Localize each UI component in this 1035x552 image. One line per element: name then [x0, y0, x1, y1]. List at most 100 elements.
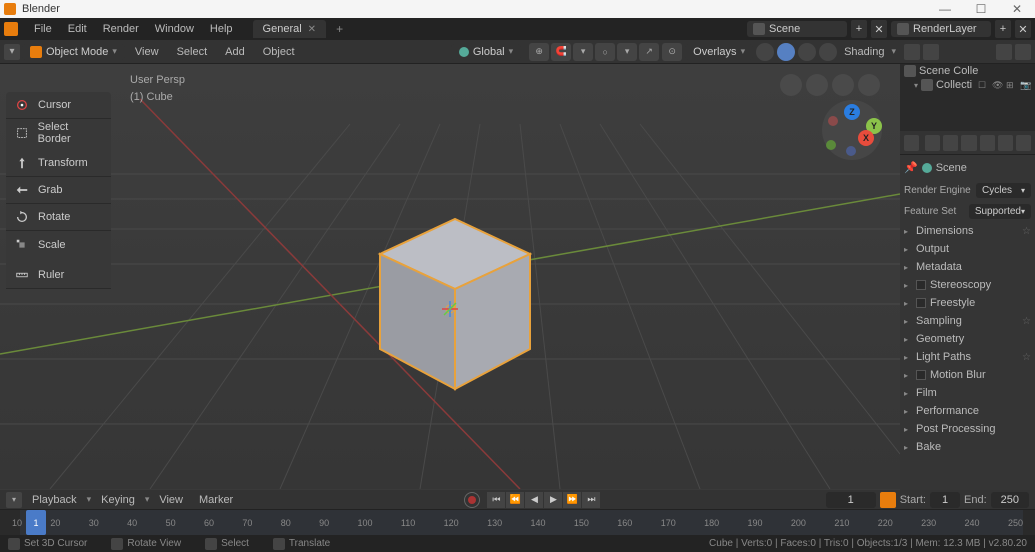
prop-btn-2[interactable] [943, 135, 958, 151]
menu-edit[interactable]: Edit [60, 23, 95, 35]
viewport-menu-object[interactable]: Object [255, 46, 303, 58]
select-toggle[interactable]: ⊞ [1006, 80, 1017, 91]
prop-panel-light-paths[interactable]: ▸Light Paths☆ [904, 348, 1031, 366]
jump-end-button[interactable]: ⏭ [582, 492, 600, 508]
prop-panel-stereoscopy[interactable]: ▸Stereoscopy [904, 276, 1031, 294]
workspace-tab-general[interactable]: General ✕ [253, 20, 327, 38]
prop-btn-4[interactable] [980, 135, 995, 151]
tool-ruler[interactable]: Ruler [6, 262, 111, 289]
prop-panel-performance[interactable]: ▸Performance [904, 402, 1031, 420]
prop-btn-6[interactable] [1016, 135, 1031, 151]
menu-file[interactable]: File [26, 23, 60, 35]
pivot-button[interactable]: ⊕ [529, 43, 549, 61]
editor-type-icon[interactable]: ▾ [4, 44, 20, 60]
tool-select-border[interactable]: Select Border [6, 119, 111, 146]
start-frame-input[interactable]: 1 [930, 492, 960, 508]
nav-move-button[interactable] [780, 74, 802, 96]
outliner-scene-collection[interactable]: Scene Colle [900, 64, 1035, 78]
outliner-editor-type[interactable] [904, 44, 920, 60]
tool-grab[interactable]: Grab [6, 177, 111, 204]
prop-panel-post-processing[interactable]: ▸Post Processing [904, 420, 1031, 438]
snap-type-button[interactable]: ▾ [573, 43, 593, 61]
overlay-toggle-button[interactable]: ⊙ [662, 43, 682, 61]
menu-window[interactable]: Window [147, 23, 202, 35]
minimize-button[interactable]: — [931, 1, 959, 17]
viewport-menu-select[interactable]: Select [169, 46, 216, 58]
proportional-button[interactable]: ○ [595, 43, 615, 61]
keyframe-prev-button[interactable]: ⏪ [506, 492, 524, 508]
shading-wireframe[interactable] [756, 43, 774, 61]
gizmo-z-axis[interactable]: Z [844, 104, 860, 120]
viewport-menu-add[interactable]: Add [217, 46, 253, 58]
outliner-collection[interactable]: ▾ Collecti ☐ 👁 ⊞ 📷 [900, 78, 1035, 92]
outliner-search-icon[interactable] [1015, 44, 1031, 60]
nav-zoom-button[interactable] [806, 74, 828, 96]
prop-panel-dimensions[interactable]: ▸Dimensions☆ [904, 222, 1031, 240]
scene-selector[interactable]: Scene [747, 21, 847, 37]
overlays-dropdown[interactable]: Overlays ▾ [685, 44, 753, 60]
renderlayer-add-button[interactable]: + [995, 20, 1011, 38]
proportional-type-button[interactable]: ▾ [617, 43, 637, 61]
timeline-menu-marker[interactable]: Marker [193, 494, 239, 506]
prop-panel-sampling[interactable]: ▸Sampling☆ [904, 312, 1031, 330]
shading-rendered[interactable] [819, 43, 837, 61]
outliner[interactable]: Scene Colle ▾ Collecti ☐ 👁 ⊞ 📷 [900, 64, 1035, 131]
workspace-close-icon[interactable]: ✕ [308, 24, 316, 35]
timeline-menu-view[interactable]: View [153, 494, 189, 506]
prop-btn-5[interactable] [998, 135, 1013, 151]
renderlayer-remove-button[interactable]: ✕ [1015, 20, 1031, 38]
timeline-editor-type[interactable]: ▾ [6, 492, 22, 508]
auto-keyframe-button[interactable] [464, 492, 480, 508]
tool-cursor[interactable]: Cursor [6, 92, 111, 119]
prop-panel-geometry[interactable]: ▸Geometry [904, 330, 1031, 348]
prop-panel-bake[interactable]: ▸Bake [904, 438, 1031, 456]
mode-selector[interactable]: Object Mode ▾ [22, 44, 125, 60]
menu-help[interactable]: Help [202, 23, 241, 35]
blender-icon[interactable] [4, 22, 18, 36]
jump-start-button[interactable]: ⏮ [487, 492, 505, 508]
tool-rotate[interactable]: Rotate [6, 204, 111, 231]
shading-solid[interactable] [777, 43, 795, 61]
maximize-button[interactable]: ☐ [967, 1, 995, 17]
jump-current-button[interactable] [880, 492, 896, 508]
prop-btn-3[interactable] [961, 135, 976, 151]
nav-camera-button[interactable] [832, 74, 854, 96]
play-reverse-button[interactable]: ◀ [525, 492, 543, 508]
close-button[interactable]: ✕ [1003, 1, 1031, 17]
outliner-filter-icon[interactable] [996, 44, 1012, 60]
renderlayer-selector[interactable]: RenderLayer [891, 21, 991, 37]
gizmo-neg-x[interactable] [828, 116, 838, 126]
prop-panel-freestyle[interactable]: ▸Freestyle [904, 294, 1031, 312]
gizmo-x-axis[interactable]: X [858, 130, 874, 146]
timeline-menu-playback[interactable]: Playback [26, 494, 83, 506]
timeline-ruler[interactable]: 1 10203040506070809010011012013014015016… [0, 510, 1035, 535]
current-frame-input[interactable]: 1 [826, 492, 876, 508]
prop-panel-film[interactable]: ▸Film [904, 384, 1031, 402]
properties-editor-type[interactable] [904, 135, 919, 151]
cube-object[interactable] [370, 199, 540, 404]
tool-scale[interactable]: Scale [6, 231, 111, 258]
orientation-selector[interactable]: Global ▾ [451, 44, 521, 60]
prop-panel-output[interactable]: ▸Output [904, 240, 1031, 258]
viewport-toggle[interactable]: 👁 [992, 80, 1003, 91]
viewport-3d[interactable]: User Persp (1) Cube [0, 64, 900, 490]
keyframe-next-button[interactable]: ⏩ [563, 492, 581, 508]
play-button[interactable]: ▶ [544, 492, 562, 508]
feature-set-select[interactable]: Supported▾ [969, 204, 1031, 219]
prop-panel-metadata[interactable]: ▸Metadata [904, 258, 1031, 276]
prop-panel-motion-blur[interactable]: ▸Motion Blur [904, 366, 1031, 384]
outliner-display-mode[interactable] [923, 44, 939, 60]
gizmo-neg-y[interactable] [826, 140, 836, 150]
menu-render[interactable]: Render [95, 23, 147, 35]
render-toggle[interactable]: 📷 [1020, 80, 1031, 91]
render-engine-select[interactable]: Cycles▾ [976, 183, 1031, 198]
tool-transform[interactable]: Transform [6, 150, 111, 177]
timeline-menu-keying[interactable]: Keying [95, 494, 141, 506]
workspace-add-button[interactable]: + [330, 22, 349, 36]
gizmo-button[interactable]: ↗ [639, 43, 659, 61]
shading-label[interactable]: Shading [840, 46, 888, 58]
prop-btn-1[interactable] [925, 135, 940, 151]
viewport-menu-view[interactable]: View [127, 46, 167, 58]
gizmo-neg-z[interactable] [846, 146, 856, 156]
shading-lookdev[interactable] [798, 43, 816, 61]
